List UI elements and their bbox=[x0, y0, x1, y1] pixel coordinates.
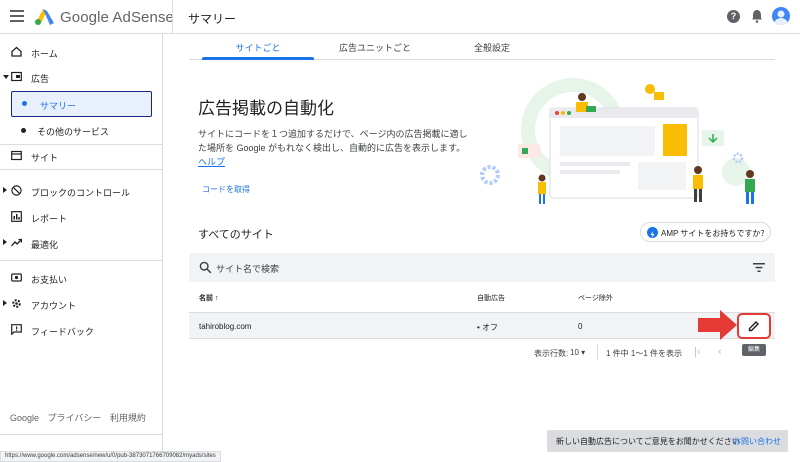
help-icon[interactable]: ? bbox=[727, 10, 740, 23]
chevron-down-icon bbox=[3, 75, 9, 79]
sidebar-footer-links: Google プライバシー 利用規約 bbox=[10, 411, 152, 424]
get-code-button[interactable]: コードを取得 bbox=[202, 184, 250, 195]
edit-site-button[interactable] bbox=[737, 313, 771, 339]
section-title: すべてのサイト bbox=[198, 229, 274, 241]
dot-icon bbox=[22, 101, 27, 106]
sidebar-item-label: その他のサービス bbox=[37, 127, 110, 137]
optimize-icon bbox=[11, 238, 22, 247]
tab-by-ad-unit[interactable]: 広告ユニットごと bbox=[319, 41, 431, 54]
sidebar-item-label: サイト bbox=[31, 153, 59, 163]
site-search-bar: サイト名で検索 bbox=[189, 253, 775, 282]
tab-by-site[interactable]: サイトごと bbox=[202, 41, 314, 54]
edit-tooltip: 編集 bbox=[742, 344, 766, 356]
sidebar-item-ads[interactable]: 広告 bbox=[0, 65, 163, 89]
divider bbox=[0, 260, 163, 261]
sidebar-item-label: フィードバック bbox=[31, 327, 94, 337]
search-icon bbox=[199, 261, 212, 274]
help-link[interactable]: ヘルプ bbox=[198, 157, 225, 167]
prev-page-icon[interactable]: ‹ bbox=[718, 346, 722, 358]
sidebar-item-label: 最適化 bbox=[31, 240, 59, 250]
hero-description-text: サイトにコードを１つ追加するだけで、ページ内の広告掲載に適した場所を Googl… bbox=[198, 129, 468, 153]
filter-icon[interactable] bbox=[753, 262, 765, 273]
sites-icon bbox=[11, 150, 22, 161]
menu-icon[interactable] bbox=[10, 10, 24, 22]
column-header-name-label: 名前 bbox=[199, 295, 213, 302]
pencil-icon bbox=[748, 321, 759, 332]
feedback-icon bbox=[11, 324, 22, 335]
auto-ads-status: • オフ bbox=[477, 323, 499, 332]
sidebar: ホーム 広告 サマリー その他のサービス サイト ブロックのコントロール レポー… bbox=[0, 34, 163, 462]
divider bbox=[0, 434, 163, 435]
chevron-right-icon bbox=[3, 239, 7, 245]
gear-icon bbox=[12, 299, 21, 308]
sidebar-item-payments[interactable]: お支払い bbox=[0, 266, 163, 290]
sidebar-item-label: お支払い bbox=[31, 275, 68, 285]
home-icon bbox=[11, 46, 22, 57]
sidebar-item-label: ブロックのコントロール bbox=[31, 188, 131, 198]
active-tab-indicator bbox=[202, 57, 314, 60]
rows-per-page-select[interactable]: 10 ▾ bbox=[570, 348, 585, 357]
terms-link[interactable]: 利用規約 bbox=[110, 413, 146, 423]
sidebar-item-label: ホーム bbox=[31, 49, 58, 59]
block-icon bbox=[11, 185, 22, 196]
divider bbox=[597, 344, 598, 360]
tab-bar: サイトごと 広告ユニットごと 全般設定 bbox=[189, 34, 775, 60]
amp-sites-chip[interactable]: AMP サイトをお持ちですか？ bbox=[640, 222, 771, 242]
auto-ads-illustration bbox=[480, 78, 755, 204]
table-row[interactable]: tahiroblog.com • オフ 0 bbox=[189, 313, 775, 339]
page-exclusions-count: 0 bbox=[578, 322, 583, 331]
top-app-bar: Google AdSense サマリー ? bbox=[0, 0, 800, 34]
site-name: tahiroblog.com bbox=[199, 322, 252, 331]
sidebar-item-home[interactable]: ホーム bbox=[0, 40, 163, 64]
sort-arrow-icon: ↑ bbox=[214, 295, 219, 302]
avatar[interactable] bbox=[772, 7, 790, 25]
divider bbox=[0, 169, 163, 170]
hero-description: サイトにコードを１つ追加するだけで、ページ内の広告掲載に適した場所を Googl… bbox=[198, 127, 470, 169]
sidebar-item-feedback[interactable]: フィードバック bbox=[0, 318, 163, 342]
column-header-auto-ads: 自動広告 bbox=[477, 295, 505, 302]
sidebar-item-label: アカウント bbox=[31, 301, 77, 311]
sidebar-item-account[interactable]: アカウント bbox=[0, 292, 163, 316]
chevron-right-icon bbox=[3, 300, 7, 306]
table-header: 名前 ↑ 自動広告 ページ除外 bbox=[189, 282, 775, 313]
amp-chip-label: AMP サイトをお持ちですか？ bbox=[661, 229, 769, 238]
red-arrow-annotation-icon bbox=[698, 310, 737, 340]
sidebar-item-label: レポート bbox=[31, 214, 68, 224]
search-input[interactable]: サイト名で検索 bbox=[216, 262, 279, 275]
adsense-logo-icon bbox=[35, 9, 54, 25]
feedback-bar: 新しい自動広告についてご意見をお聞かせください お問い合わせ bbox=[547, 430, 788, 452]
sidebar-item-blocking-controls[interactable]: ブロックのコントロール bbox=[0, 179, 163, 203]
report-icon bbox=[11, 211, 22, 222]
sidebar-item-summary[interactable]: サマリー bbox=[11, 91, 152, 117]
ads-icon bbox=[11, 71, 22, 82]
column-header-page-exclusions: ページ除外 bbox=[578, 295, 613, 302]
dot-icon bbox=[21, 128, 26, 133]
sidebar-item-label: 広告 bbox=[31, 74, 50, 84]
contact-link[interactable]: お問い合わせ bbox=[733, 436, 781, 447]
feedback-text: 新しい自動広告についてご意見をお聞かせください bbox=[556, 437, 740, 446]
sidebar-item-sites[interactable]: サイト bbox=[0, 144, 163, 168]
sidebar-item-optimization[interactable]: 最適化 bbox=[0, 231, 163, 255]
status-bar-url: https://www.google.com/adsense/new/u/0/p… bbox=[0, 451, 221, 462]
google-footer-label: Google bbox=[10, 413, 40, 423]
hero-title: 広告掲載の自動化 bbox=[198, 99, 334, 118]
sidebar-item-reports[interactable]: レポート bbox=[0, 205, 163, 229]
chevron-right-icon bbox=[3, 187, 7, 193]
brand-name: Google AdSense bbox=[60, 9, 174, 26]
payments-icon bbox=[11, 273, 22, 282]
tab-general-settings[interactable]: 全般設定 bbox=[436, 41, 548, 54]
pagination-range: 1 件中 1〜1 件を表示 bbox=[606, 349, 683, 358]
sidebar-item-label: サマリー bbox=[40, 101, 77, 111]
notifications-icon[interactable] bbox=[751, 9, 763, 23]
page-title: サマリー bbox=[188, 12, 237, 26]
sidebar-item-other-services[interactable]: その他のサービス bbox=[0, 118, 163, 142]
rows-per-page-label: 表示行数: bbox=[534, 349, 569, 358]
rows-per-page-value: 10 bbox=[570, 348, 579, 357]
first-page-icon[interactable]: |‹ bbox=[694, 346, 701, 358]
privacy-link[interactable]: プライバシー bbox=[48, 413, 102, 423]
dropdown-arrow-icon: ▾ bbox=[581, 348, 586, 357]
divider bbox=[172, 0, 173, 34]
amp-bolt-icon bbox=[647, 227, 658, 238]
column-header-name[interactable]: 名前 ↑ bbox=[199, 293, 218, 303]
